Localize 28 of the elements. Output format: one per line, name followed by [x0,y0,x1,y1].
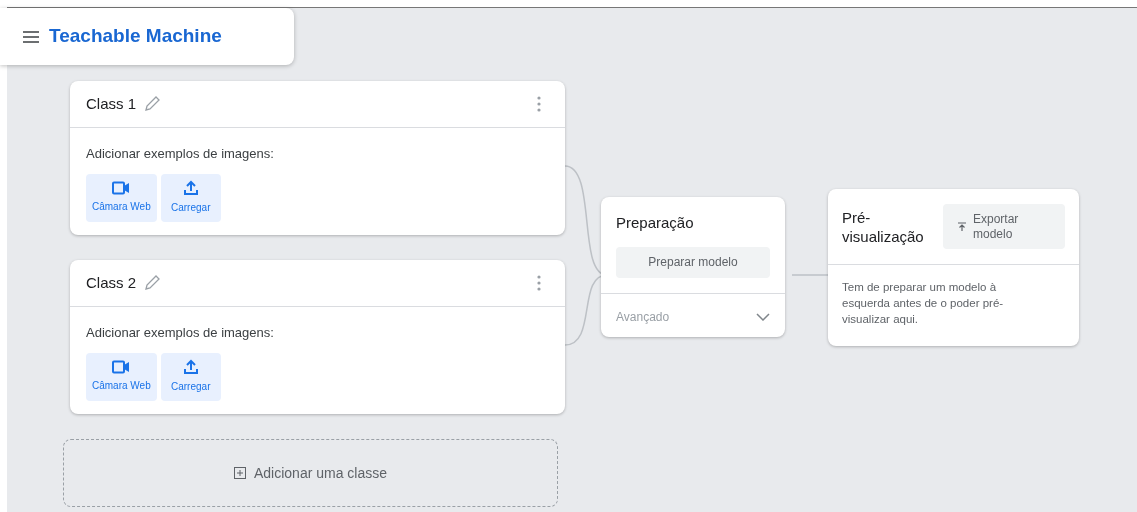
more-options-icon[interactable] [537,96,541,112]
source-button[interactable]: Carregar [160,173,221,222]
export-button[interactable]: Exportar modelo [943,204,1065,249]
app-title: Teachable Machine [49,24,222,49]
video-camera-icon [112,360,131,374]
pencil-icon[interactable] [144,275,161,291]
more-options-icon[interactable] [537,275,541,291]
prompt-text: Adicionar exemplos de imagens: [86,324,275,342]
upload-icon [182,180,199,196]
class-name: Class 1 [86,93,137,114]
source-button[interactable]: Câmara Web [86,173,157,222]
add-class-button[interactable]: Adicionar uma classe [63,439,558,507]
card-title: Pré-visualização [842,207,925,246]
upload-icon [182,359,199,375]
pencil-icon[interactable] [144,96,161,112]
menu-icon[interactable] [23,30,39,43]
preview-message: Tem de preparar um modelo à esquerda antes de o poder pré-visualizar aqui. [842,280,1005,327]
card-title: Preparação [616,213,695,233]
prompt-text: Adicionar exemplos de imagens: [86,145,275,163]
chevron-icon [756,312,770,321]
train-button[interactable]: Preparar modelo [616,246,770,278]
source-button[interactable]: Carregar [160,352,221,401]
plus-box-icon [233,467,246,479]
video-camera-icon [112,181,131,195]
class-name: Class 2 [86,272,137,293]
advanced-toggle[interactable]: Avançado [601,293,785,340]
source-button[interactable]: Câmara Web [86,352,157,401]
export-icon [957,221,967,232]
